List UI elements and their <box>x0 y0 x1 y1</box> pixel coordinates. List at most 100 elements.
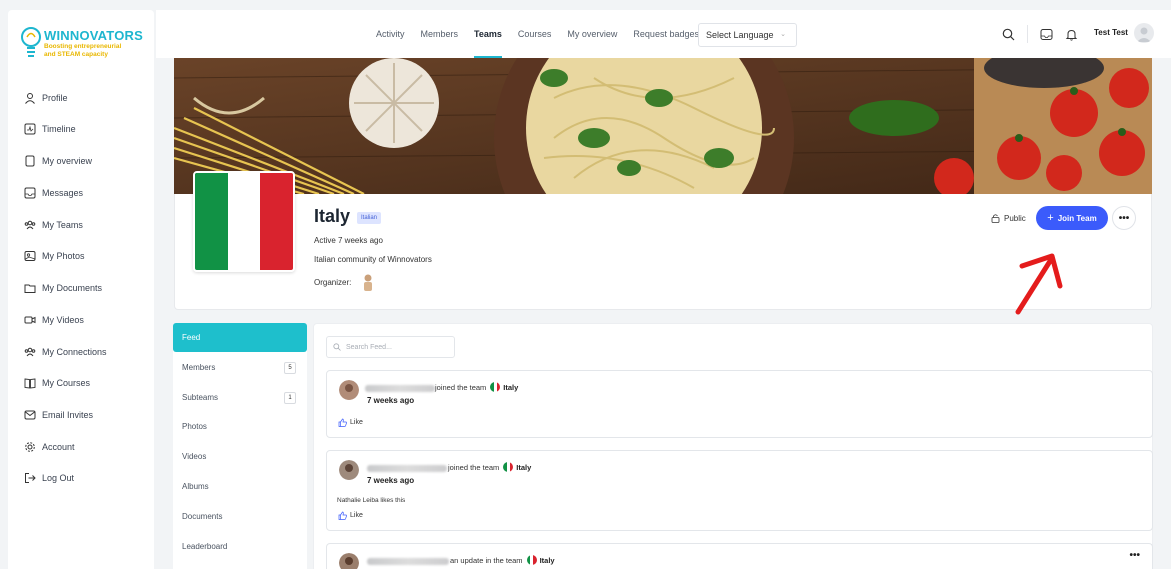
like-label: Like <box>350 419 363 426</box>
post-action: an update in the team <box>450 555 523 565</box>
privacy-label: Public <box>1004 213 1026 223</box>
avatar[interactable] <box>339 380 359 400</box>
language-select[interactable]: Select Language ⌄ <box>698 23 797 47</box>
like-button[interactable]: Like <box>338 511 363 520</box>
gear-icon <box>25 442 35 452</box>
plus-icon: + <box>1047 212 1054 224</box>
cover-illustration <box>174 58 1152 194</box>
post-more-button[interactable]: ••• <box>1129 550 1140 561</box>
folder-icon <box>24 284 36 293</box>
photo-icon <box>24 251 36 261</box>
avatar[interactable] <box>339 460 359 480</box>
post-action: joined the team <box>435 382 487 392</box>
sidebar-item-my-connections[interactable]: My Connections <box>24 344 107 360</box>
subnav-item-feed[interactable]: Feed <box>173 323 307 352</box>
post-time: 7 weeks ago <box>367 476 415 485</box>
team-link[interactable]: Italy <box>540 556 555 565</box>
timeline-icon <box>24 123 36 135</box>
thumbs-up-icon <box>338 511 347 520</box>
sidebar-item-label: My Connections <box>42 347 107 357</box>
subnav-item-photos[interactable]: Photos <box>173 412 307 441</box>
search-icon[interactable] <box>1002 28 1015 41</box>
team-link[interactable]: Italy <box>503 383 518 392</box>
sidebar-item-profile[interactable]: Profile <box>24 90 68 106</box>
team-name: Italy <box>314 206 351 226</box>
search-feed-input[interactable]: Search Feed... <box>326 336 455 358</box>
tab-courses[interactable]: Courses <box>518 10 552 58</box>
red-arrow-annotation-icon <box>1015 253 1063 315</box>
user-name[interactable]: Test Test <box>1094 28 1128 37</box>
sidebar-item-my-documents[interactable]: My Documents <box>24 280 102 296</box>
italy-flag-icon <box>490 382 501 392</box>
sidebar-item-account[interactable]: Account <box>24 439 75 455</box>
subnav-item-documents[interactable]: Documents <box>173 502 307 531</box>
sidebar-item-label: Timeline <box>42 124 76 134</box>
sidebar-item-label: Account <box>42 442 75 452</box>
subnav-item-members[interactable]: Members 5 <box>173 353 307 382</box>
subnav-item-label: Albums <box>182 482 209 491</box>
main-tabs: Activity Members Teams Courses My overvi… <box>376 10 715 58</box>
more-options-button[interactable]: ••• <box>1112 206 1136 230</box>
tab-my-overview[interactable]: My overview <box>567 10 617 58</box>
flag-stripe-green <box>195 173 228 270</box>
subnav-item-label: Subteams <box>182 393 219 402</box>
count-badge: 5 <box>284 362 296 374</box>
organizer-avatar[interactable] <box>361 273 375 291</box>
sidebar-item-my-courses[interactable]: My Courses <box>24 375 90 391</box>
tab-members[interactable]: Members <box>421 10 459 58</box>
tab-teams[interactable]: Teams <box>474 10 502 58</box>
sidebar-item-my-teams[interactable]: My Teams <box>24 217 83 233</box>
inbox-icon <box>24 187 36 199</box>
sidebar-item-label: Log Out <box>42 473 75 483</box>
subnav-item-label: Documents <box>182 512 223 521</box>
team-description: Italian community of Winnovators <box>314 255 432 264</box>
mail-icon <box>24 410 36 420</box>
subnav-item-subteams[interactable]: Subteams 1 <box>173 383 307 412</box>
sidebar-item-my-videos[interactable]: My Videos <box>24 312 84 328</box>
bell-icon[interactable] <box>1065 28 1078 41</box>
avatar[interactable] <box>339 553 359 569</box>
top-bar: Activity Members Teams Courses My overvi… <box>156 10 1171 58</box>
teams-icon <box>24 220 36 230</box>
italy-flag-icon <box>503 462 514 472</box>
sidebar-item-email-invites[interactable]: Email Invites <box>24 407 93 423</box>
brand-subtitle: Boosting entrepreneurial and STEAM capac… <box>44 43 121 59</box>
subnav-item-label: Leaderboard <box>182 542 228 551</box>
default-avatar-icon <box>1137 27 1151 42</box>
subnav-item-albums[interactable]: Albums <box>173 472 307 501</box>
ellipsis-icon: ••• <box>1118 212 1130 224</box>
like-button[interactable]: Like <box>338 418 363 427</box>
subnav-item-leaderboard[interactable]: Leaderboard <box>173 532 307 561</box>
tab-request-badges[interactable]: Request badges <box>633 10 699 58</box>
organizer-label: Organizer: <box>314 278 352 287</box>
tab-activity[interactable]: Activity <box>376 10 405 58</box>
sidebar: WINNOVATORS Boosting entrepreneurial and… <box>8 10 154 569</box>
feed-post: joined the team Italy 7 weeks ago Like <box>326 370 1153 438</box>
search-icon <box>333 343 341 351</box>
team-link[interactable]: Italy <box>516 463 531 472</box>
sidebar-item-log-out[interactable]: Log Out <box>24 470 74 486</box>
inbox-icon[interactable] <box>1040 28 1053 41</box>
sidebar-item-my-overview[interactable]: My overview <box>24 153 92 169</box>
join-team-button[interactable]: + Join Team <box>1036 206 1108 230</box>
sidebar-item-messages[interactable]: Messages <box>24 185 83 201</box>
sidebar-item-label: My overview <box>42 156 93 166</box>
sidebar-item-label: My Photos <box>42 251 85 261</box>
privacy-indicator: Public <box>991 213 1026 223</box>
subnav-item-videos[interactable]: Videos <box>173 442 307 471</box>
feed-post: joined the team Italy 7 weeks ago Nathal… <box>326 450 1153 531</box>
thumbs-up-icon <box>338 418 347 427</box>
sidebar-item-label: My Courses <box>42 378 91 388</box>
subnav-item-label: Videos <box>182 452 207 461</box>
sidebar-item-timeline[interactable]: Timeline <box>24 121 76 137</box>
blurred-user-name <box>365 385 435 392</box>
post-activity-text: joined the team Italy <box>435 382 518 392</box>
logo[interactable]: WINNOVATORS Boosting entrepreneurial and… <box>20 26 150 66</box>
subnav-item-label: Feed <box>182 333 201 342</box>
post-activity-text: an update in the team Italy <box>450 555 555 565</box>
sidebar-item-my-photos[interactable]: My Photos <box>24 248 85 264</box>
sidebar-item-label: My Videos <box>42 315 84 325</box>
likes-summary[interactable]: Nathalie Leiba likes this <box>337 497 405 504</box>
lightbulb-logo-icon <box>21 27 41 57</box>
avatar[interactable] <box>1134 23 1154 43</box>
